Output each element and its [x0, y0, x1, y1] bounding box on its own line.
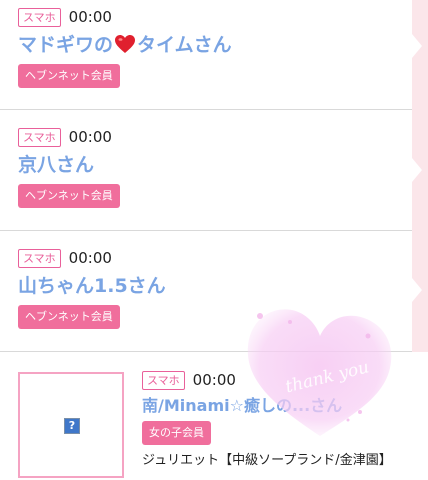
poster-name-part: タイムさん — [137, 34, 232, 56]
device-badge: スマホ — [142, 371, 185, 390]
shop-name[interactable]: ジュリエット【中級ソープランド/金津園】 — [142, 453, 392, 469]
post-time: 00:00 — [68, 8, 112, 26]
deco-notch — [412, 158, 422, 182]
profile-thumbnail[interactable]: ? — [18, 372, 124, 478]
poster-name[interactable]: 南/Minami☆癒しの...さん — [142, 395, 392, 416]
poster-name[interactable]: 京八さん — [18, 153, 120, 177]
divider — [0, 351, 412, 352]
post-time: 00:00 — [68, 249, 112, 267]
list-item[interactable]: スマホ 00:00 南/Minami☆癒しの...さん 女の子会員 ジュリエット… — [142, 371, 392, 469]
poster-name[interactable]: マドギワの タイムさん — [18, 33, 232, 57]
heart-icon — [115, 35, 136, 53]
post-time: 00:00 — [192, 371, 236, 389]
post-time: 00:00 — [68, 128, 112, 146]
list-item[interactable]: スマホ 00:00 山ちゃん1.5さん ヘブンネット会員 — [18, 249, 166, 329]
device-badge: スマホ — [18, 8, 61, 27]
poster-name[interactable]: 山ちゃん1.5さん — [18, 274, 166, 298]
member-badge: ヘブンネット会員 — [18, 64, 120, 88]
member-badge: ヘブンネット会員 — [18, 184, 120, 208]
divider — [0, 230, 412, 231]
device-badge: スマホ — [18, 249, 61, 268]
broken-image-icon: ? — [64, 418, 80, 434]
poster-name-part: マドギワの — [18, 34, 114, 56]
side-decoration — [412, 0, 428, 352]
divider — [0, 109, 412, 110]
deco-notch — [412, 278, 422, 302]
device-badge: スマホ — [18, 128, 61, 147]
member-badge: ヘブンネット会員 — [18, 305, 120, 329]
member-badge: 女の子会員 — [142, 421, 211, 445]
list-item[interactable]: スマホ 00:00 マドギワの タイムさん ヘブンネット会員 — [18, 8, 232, 88]
deco-notch — [412, 34, 422, 58]
list-item[interactable]: スマホ 00:00 京八さん ヘブンネット会員 — [18, 128, 120, 208]
